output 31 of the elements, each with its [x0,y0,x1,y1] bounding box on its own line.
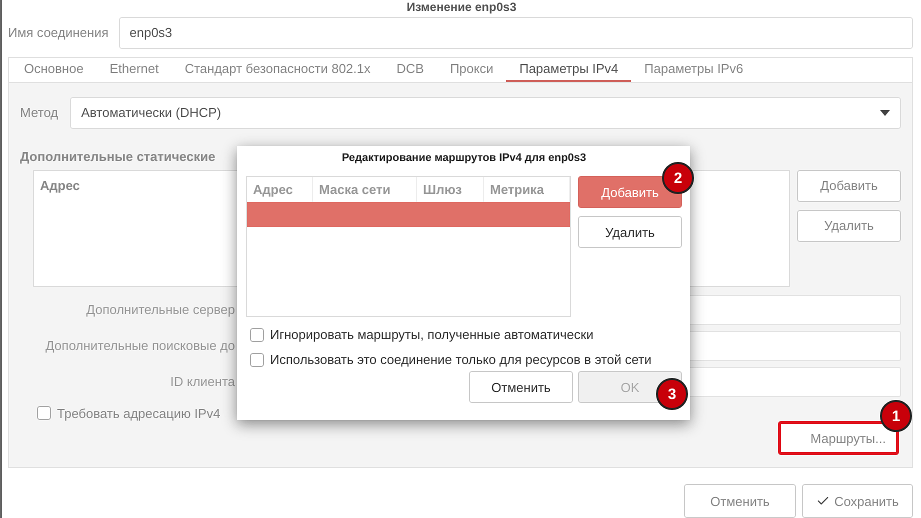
delete-button[interactable]: Удалить [578,216,682,248]
tab[interactable]: Параметры IPv6 [631,58,756,82]
caret-icon [880,110,890,116]
add-button[interactable]: Добавить [797,170,901,202]
field-label: Дополнительные поисковые до [44,338,235,354]
checkbox-label: Использовать это соединение только для ресурсов в этой сети [270,352,652,367]
tab[interactable]: Прокси [436,58,506,82]
tab[interactable]: DCB [384,58,437,82]
dialog-title: Редактирование маршрутов IPv4 для enp0s3 [342,152,586,164]
column-header: Адрес [40,178,80,193]
cancel-button[interactable]: Отменить [684,484,796,518]
checkbox[interactable] [250,352,264,366]
save-button[interactable]: Сохранить [802,484,913,518]
checkbox-label: Игнорировать маршруты, полученные автоматически [270,327,594,342]
window-title: Изменение enp0s3 [406,0,516,13]
cancel-button[interactable]: Отменить [469,371,573,403]
connection-name-field[interactable]: enp0s3 [118,16,913,49]
checkbox-label: Требовать адресацию IPv4 [57,406,220,421]
field-label: ID клиента [169,374,235,390]
section-heading: Дополнительные статические [20,148,216,164]
tab[interactable]: Основное [11,58,97,82]
checkbox[interactable] [250,328,264,342]
tab[interactable]: Ethernet [96,58,172,82]
tab[interactable]: Стандарт безопасности 802.1x [172,58,384,82]
method-dropdown[interactable]: Автоматически (DHCP) [70,96,901,129]
connection-name-label: Имя соединения [8,25,108,40]
delete-button[interactable]: Удалить [797,210,901,242]
checkbox[interactable] [37,406,51,420]
routes-button[interactable]: Маршруты... [778,421,899,455]
field-label: Дополнительные сервер [85,302,235,318]
method-label: Метод [20,105,58,120]
